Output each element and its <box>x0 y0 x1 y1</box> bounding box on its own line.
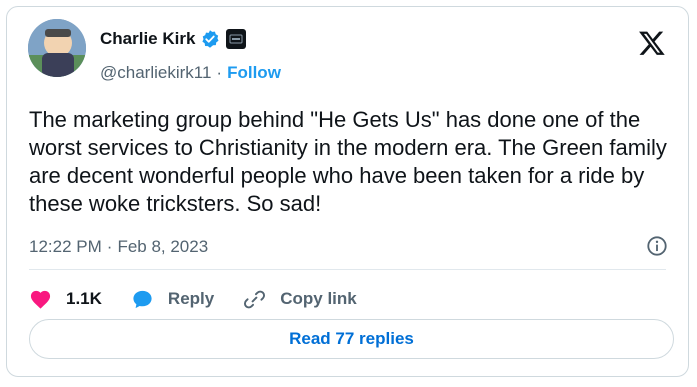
heart-icon <box>30 290 51 309</box>
link-icon <box>244 290 266 308</box>
divider <box>29 269 666 270</box>
tweet-time[interactable]: 12:22 PM <box>29 237 102 257</box>
reply-label: Reply <box>167 289 215 308</box>
info-icon[interactable] <box>646 235 668 257</box>
copy-link-button[interactable]: Copy link <box>243 288 357 311</box>
tweet-date[interactable]: Feb 8, 2023 <box>117 237 208 257</box>
handle-separator: · <box>216 63 223 82</box>
speech-bubble-icon <box>133 290 152 308</box>
tweet-text: The marketing group behind "He Gets Us" … <box>29 107 667 216</box>
copy-link-label: Copy link <box>280 289 357 308</box>
read-replies-button[interactable]: Read 77 replies <box>29 319 674 359</box>
like-count: 1.1K <box>66 289 102 308</box>
author-handle[interactable]: @charliekirk11 <box>100 63 211 83</box>
reply-button[interactable]: Reply <box>131 288 214 311</box>
tweet-card: Charlie Kirk @charliekirk11 · Follow The… <box>6 6 689 377</box>
author-name[interactable]: Charlie Kirk <box>100 29 195 49</box>
action-bar: 1.1K Reply Copy link <box>29 281 386 317</box>
affiliation-badge-icon[interactable] <box>226 29 247 49</box>
follow-button[interactable]: Follow <box>227 63 281 83</box>
like-button[interactable]: 1.1K <box>29 288 102 311</box>
meta-separator: · <box>106 237 113 256</box>
verified-badge-icon <box>200 29 220 49</box>
x-logo-icon[interactable] <box>638 29 666 57</box>
avatar[interactable] <box>28 19 86 77</box>
